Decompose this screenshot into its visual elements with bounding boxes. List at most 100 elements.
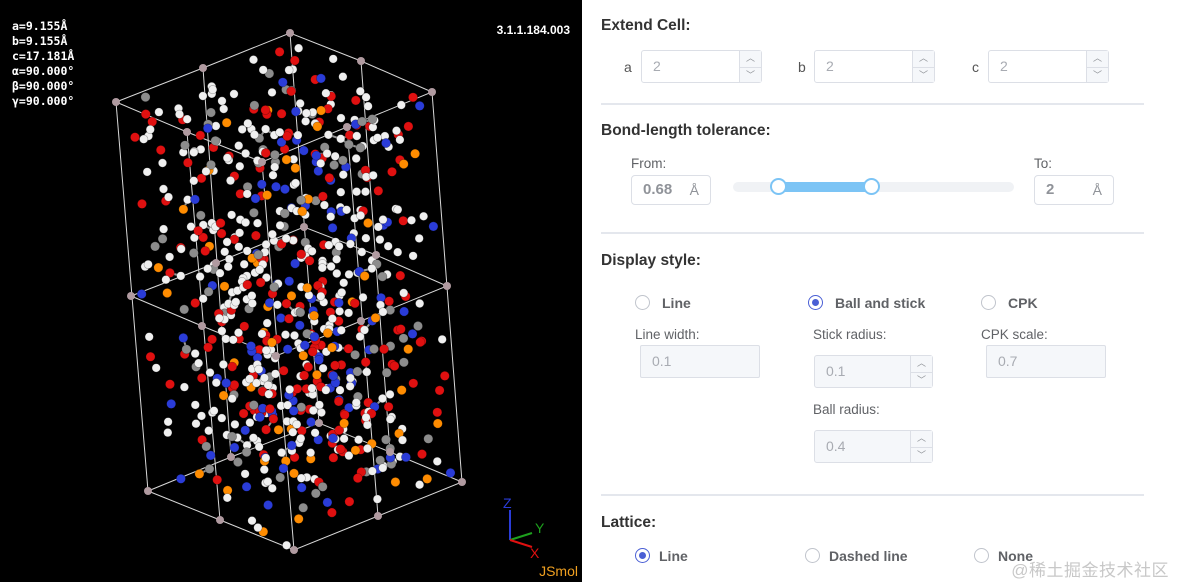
nitrogen-atom <box>240 425 251 436</box>
phosphorus-atom <box>327 342 337 353</box>
stick-radius-value[interactable]: 0.1 <box>826 356 845 387</box>
oxygen-atom <box>207 334 217 345</box>
to-value[interactable]: 2 <box>1046 176 1054 204</box>
nitrogen-atom <box>175 473 186 484</box>
crystal-structure-render[interactable] <box>0 0 582 582</box>
lattice-node <box>272 352 280 360</box>
from-value[interactable]: 0.68 <box>643 176 672 204</box>
radio-line-style-label[interactable]: Line <box>662 295 691 311</box>
hydrogen-atom <box>248 433 258 443</box>
hydrogen-atom <box>190 400 200 410</box>
nitrogen-atom <box>328 433 338 444</box>
chevron-up-icon[interactable]: ︿ <box>911 431 932 447</box>
hydrogen-atom <box>163 428 173 438</box>
hydrogen-atom <box>324 240 334 250</box>
hydrogen-atom <box>351 398 361 408</box>
hydrogen-atom <box>261 124 271 134</box>
lattice-node <box>144 487 152 495</box>
nitrogen-atom <box>314 354 324 365</box>
oxygen-atom <box>304 255 315 266</box>
chevron-down-icon[interactable]: ﹀ <box>913 66 934 83</box>
hydrogen-atom <box>143 259 153 269</box>
chevron-up-icon[interactable]: ︿ <box>1087 51 1108 67</box>
tolerance-slider-range[interactable] <box>779 182 872 192</box>
radio-line-style[interactable] <box>635 295 650 310</box>
phosphorus-atom <box>281 154 292 165</box>
from-input[interactable]: 0.68 Å <box>631 175 711 205</box>
radio-lattice-line[interactable] <box>635 548 650 563</box>
nitrogen-atom <box>202 123 213 134</box>
hydrogen-atom <box>337 287 347 297</box>
hydrogen-atom <box>352 131 362 141</box>
hydrogen-atom <box>165 252 175 262</box>
chevron-down-icon[interactable]: ﹀ <box>911 446 932 463</box>
extend-c-stepper[interactable]: 2 ︿ ﹀ <box>988 50 1109 83</box>
radio-lattice-line-label[interactable]: Line <box>659 548 688 564</box>
radio-ball-and-stick[interactable] <box>808 295 823 310</box>
radio-cpk[interactable] <box>981 295 996 310</box>
carbon-atom <box>210 135 221 146</box>
phosphorus-atom <box>363 218 373 228</box>
hydrogen-atom <box>201 166 211 176</box>
cell-param-gamma: γ=90.000° <box>12 94 75 108</box>
radio-lattice-dashed[interactable] <box>805 548 820 563</box>
extend-c-value[interactable]: 2 <box>1000 51 1008 82</box>
phosphorus-atom <box>396 385 407 395</box>
oxygen-atom <box>255 277 266 288</box>
hydrogen-atom <box>375 235 385 245</box>
cpk-scale-input[interactable]: 0.7 <box>986 345 1106 378</box>
oxygen-atom <box>324 172 335 183</box>
hydrogen-atom <box>197 411 207 421</box>
oxygen-atom <box>326 507 337 518</box>
chevron-up-icon[interactable]: ︿ <box>911 356 932 372</box>
ball-radius-label: Ball radius: <box>813 402 880 417</box>
cell-param-a: a=9.155Å <box>12 19 68 33</box>
oxygen-atom <box>190 298 201 308</box>
phosphorus-atom <box>162 288 173 298</box>
radio-lattice-dashed-label[interactable]: Dashed line <box>829 548 908 564</box>
extend-b-stepper[interactable]: 2 ︿ ﹀ <box>814 50 935 83</box>
extend-b-value[interactable]: 2 <box>826 51 834 82</box>
nitrogen-atom <box>407 328 418 339</box>
hydrogen-atom <box>282 540 292 550</box>
ball-radius-stepper[interactable]: 0.4 ︿ ﹀ <box>814 430 933 463</box>
radio-cpk-label[interactable]: CPK <box>1008 295 1038 311</box>
radio-lattice-none[interactable] <box>974 548 989 563</box>
hydrogen-atom <box>326 212 336 222</box>
slider-thumb-from[interactable] <box>770 178 787 195</box>
chevron-up-icon[interactable]: ︿ <box>740 51 761 67</box>
nitrogen-atom <box>299 340 310 351</box>
nitrogen-atom <box>282 344 293 355</box>
nitrogen-atom <box>278 463 289 474</box>
hydrogen-atom <box>361 412 371 422</box>
chevron-up-icon[interactable]: ︿ <box>913 51 934 67</box>
hydrogen-atom <box>203 264 213 274</box>
carbon-atom <box>204 463 215 474</box>
nitrogen-atom <box>288 405 299 416</box>
chevron-down-icon[interactable]: ﹀ <box>1087 66 1108 83</box>
hydrogen-atom <box>221 334 231 344</box>
hydrogen-atom <box>351 154 361 164</box>
stick-radius-stepper[interactable]: 0.1 ︿ ﹀ <box>814 355 933 388</box>
ball-radius-value[interactable]: 0.4 <box>826 431 845 462</box>
nitrogen-atom <box>327 222 338 233</box>
chevron-down-icon[interactable]: ﹀ <box>911 371 932 388</box>
radio-ball-and-stick-label[interactable]: Ball and stick <box>835 295 925 311</box>
watermark: @稀土掘金技术社区 <box>1011 561 1169 580</box>
hydrogen-atom <box>316 158 326 168</box>
hydrogen-atom <box>159 184 169 194</box>
to-input[interactable]: 2 Å <box>1034 175 1114 205</box>
nitrogen-atom <box>294 320 305 331</box>
cpk-scale-value[interactable]: 0.7 <box>998 346 1017 377</box>
z-axis-label: Z <box>503 495 512 511</box>
jsmol-viewer[interactable]: a=9.155Å b=9.155Å c=17.181Å α=90.000° β=… <box>0 0 582 582</box>
slider-thumb-to[interactable] <box>863 178 880 195</box>
extend-a-value[interactable]: 2 <box>653 51 661 82</box>
extend-a-stepper[interactable]: 2 ︿ ﹀ <box>641 50 762 83</box>
y-axis-line <box>509 532 533 541</box>
hydrogen-atom <box>268 170 278 180</box>
phosphorus-atom <box>302 282 313 293</box>
chevron-down-icon[interactable]: ﹀ <box>740 66 761 83</box>
line-width-input[interactable]: 0.1 <box>640 345 760 378</box>
line-width-value[interactable]: 0.1 <box>652 346 671 377</box>
